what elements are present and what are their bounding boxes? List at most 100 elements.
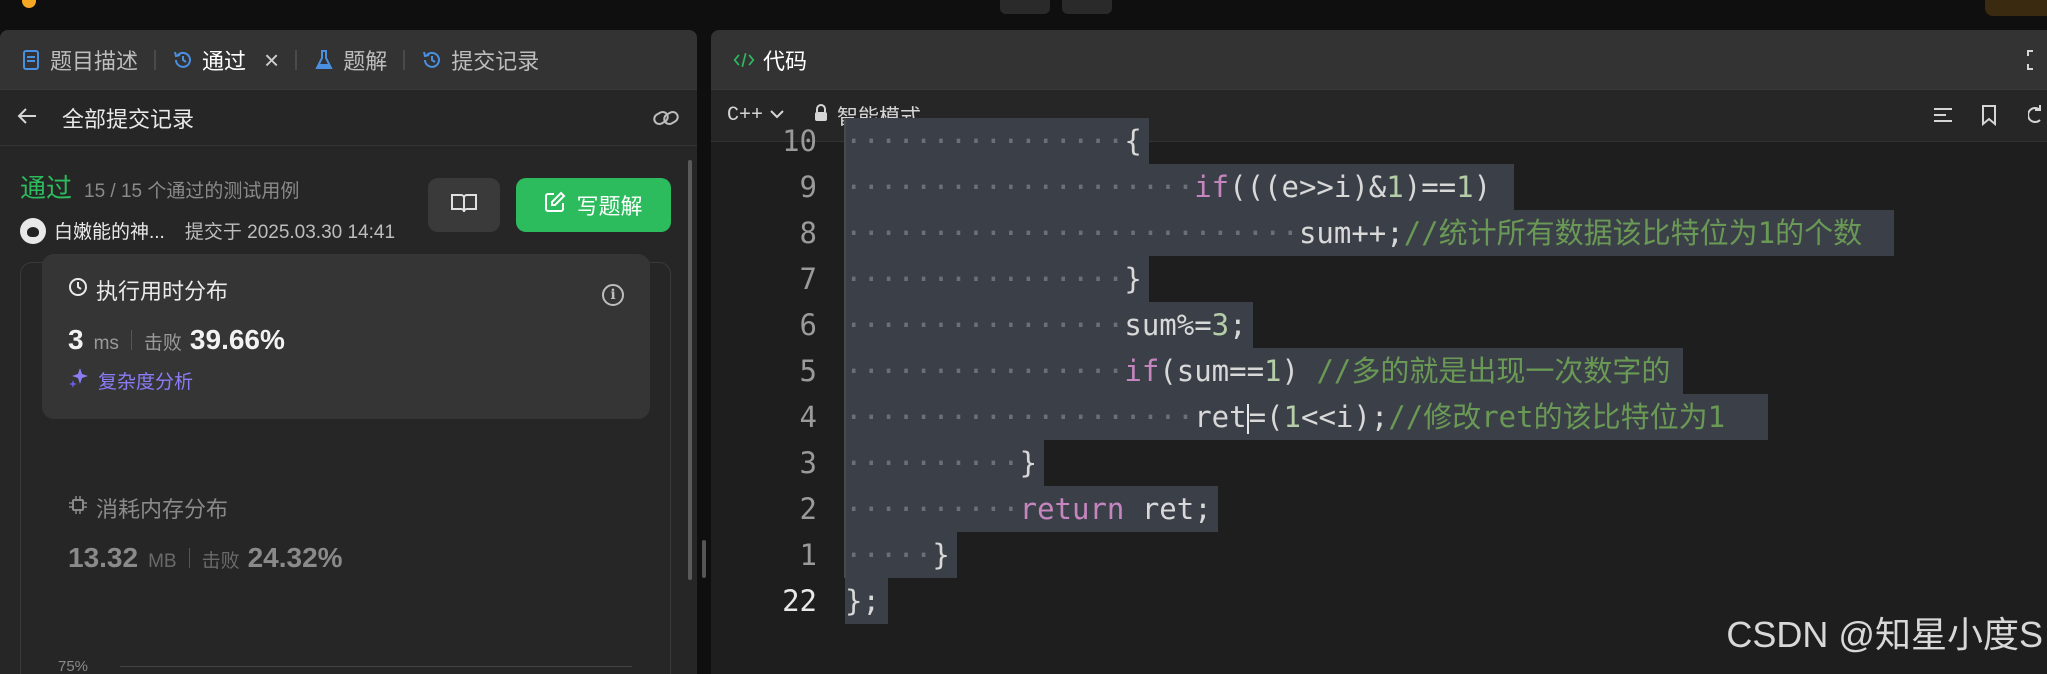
code-line[interactable]: 10 ················{ xyxy=(711,118,2047,164)
code-token: { xyxy=(1124,124,1142,158)
history-icon xyxy=(172,49,194,71)
line-number: 1 xyxy=(799,538,817,572)
submission-header: 全部提交记录 xyxy=(0,90,697,146)
code-token: } xyxy=(1124,262,1142,296)
code-text: }; xyxy=(845,578,880,624)
code-editor[interactable]: 10 ················{9 ····················… xyxy=(711,118,2047,674)
indent-whitespace: ················ xyxy=(845,308,1125,342)
notes-button[interactable] xyxy=(428,178,500,232)
tab-code-label: 代码 xyxy=(763,48,808,74)
tab-submissions[interactable]: 提交记录 xyxy=(417,30,543,90)
code-line[interactable]: 5 ················if(sum==1) //多的就是出现一次数字… xyxy=(711,348,2047,394)
code-token: 1 xyxy=(1264,354,1282,388)
code-token: ; xyxy=(1229,308,1247,342)
code-line[interactable]: 4 ····················ret=(1<<i);//修改ret的… xyxy=(711,394,2047,440)
indent-whitespace: ·········· xyxy=(845,446,1020,480)
code-token: return xyxy=(1019,492,1125,526)
status-badge: 通过 xyxy=(20,173,73,203)
memory-section[interactable]: 消耗内存分布 13.32 MB 击败 24.32% xyxy=(68,492,648,574)
code-token: }; xyxy=(845,584,880,618)
flask-icon xyxy=(313,49,335,71)
code-tab-bar: 代码 xyxy=(711,30,2047,90)
code-token: )== xyxy=(1403,170,1457,204)
scrollbar[interactable] xyxy=(688,160,692,580)
expand-icon[interactable] xyxy=(2025,48,2047,72)
back-arrow-icon[interactable] xyxy=(16,102,46,133)
metric-divider xyxy=(188,548,190,568)
code-token: ret xyxy=(1194,400,1247,434)
complexity-label: 复杂度分析 xyxy=(98,371,194,393)
code-token: } xyxy=(932,538,950,572)
indent-whitespace: ·········· xyxy=(845,492,1020,526)
code-line[interactable]: 9 ····················if(((e>>i)&1)==1) xyxy=(711,164,2047,210)
code-line[interactable]: 3 ··········} xyxy=(711,440,2047,486)
link-icon[interactable] xyxy=(651,103,681,133)
memory-percent: 24.32% xyxy=(247,542,343,573)
tab-solutions[interactable]: 题解 xyxy=(309,30,391,90)
line-number: 5 xyxy=(799,354,817,388)
line-number: 4 xyxy=(799,400,817,434)
code-text: ··························sum++;//统计所有数据… xyxy=(845,210,1880,256)
tab-accepted[interactable]: 通过 × xyxy=(168,30,283,90)
tab-description[interactable]: 题目描述 xyxy=(16,30,142,90)
upgrade-pill[interactable] xyxy=(1985,0,2047,16)
indent-whitespace: ················ xyxy=(845,124,1125,158)
tab-solutions-label: 题解 xyxy=(343,48,388,74)
runtime-percent: 39.66% xyxy=(189,324,285,355)
runtime-beat-label: 击败 xyxy=(143,333,182,354)
csdn-watermark: CSDN @知星小度S xyxy=(1726,614,2043,655)
code-line[interactable]: 1 ·····} xyxy=(711,532,2047,578)
code-token: (sum== xyxy=(1159,354,1265,388)
code-token: if xyxy=(1194,170,1230,204)
panel-resize-handle[interactable] xyxy=(702,540,706,578)
clock-icon xyxy=(68,277,88,303)
runtime-unit: ms xyxy=(93,333,119,354)
code-token: sum++; xyxy=(1298,216,1404,250)
toolbar-chip[interactable] xyxy=(1062,0,1112,14)
line-number: 9 xyxy=(799,170,817,204)
tab-accepted-label: 通过 xyxy=(202,48,247,74)
code-line[interactable]: 6 ················sum%=3; xyxy=(711,302,2047,348)
close-icon[interactable]: × xyxy=(264,47,279,73)
code-token: //统计所有数据该比特位为1的个数 xyxy=(1403,216,1880,250)
runtime-card[interactable]: 执行用时分布 i 3 ms 击败 39.66% 复杂度分析 xyxy=(42,254,650,419)
memory-beat-label: 击败 xyxy=(201,551,240,572)
book-icon xyxy=(450,192,478,219)
memory-value: 13.32 xyxy=(68,542,139,573)
code-line[interactable]: 8 ··························sum++;//统计所有数… xyxy=(711,210,2047,256)
write-solution-button[interactable]: 写题解 xyxy=(516,178,671,232)
code-token: ret; xyxy=(1124,492,1212,526)
runtime-title: 执行用时分布 xyxy=(96,279,229,304)
tab-code[interactable]: 代码 xyxy=(729,30,811,90)
indent-whitespace: ················ xyxy=(845,354,1125,388)
submitter-name[interactable]: 白嫩能的神... xyxy=(54,217,165,244)
avatar[interactable] xyxy=(20,217,46,244)
code-token: <<i); xyxy=(1300,400,1389,434)
tab-divider xyxy=(403,49,406,70)
memory-unit: MB xyxy=(148,551,177,572)
indent-whitespace: ·························· xyxy=(845,216,1299,250)
metric-divider xyxy=(130,330,132,350)
left-panel: 题目描述 通过 × 题解 提交记录 全部提交记录 通过 15 / 15 个通过的… xyxy=(0,30,697,674)
code-text: ················} xyxy=(845,256,1142,302)
code-token: sum%= xyxy=(1124,308,1212,342)
sparkle-icon xyxy=(68,366,90,394)
code-text: ················{ xyxy=(845,118,1142,164)
code-token: 3 xyxy=(1211,308,1230,342)
logo-icon xyxy=(22,0,36,8)
code-text: ····················if(((e>>i)&1)==1) xyxy=(845,164,1509,210)
complexity-analysis-link[interactable]: 复杂度分析 xyxy=(68,366,624,394)
code-line[interactable]: 2 ··········return ret; xyxy=(711,486,2047,532)
code-token: 1 xyxy=(1386,170,1404,204)
line-number: 2 xyxy=(799,492,817,526)
info-icon[interactable]: i xyxy=(602,284,624,306)
code-token: //修改ret的该比特位为1 xyxy=(1388,400,1743,434)
line-number: 7 xyxy=(799,262,817,296)
submission-status: 通过 15 / 15 个通过的测试用例 白嫩能的神... 提交于 2025.03… xyxy=(0,146,697,256)
code-line[interactable]: 7 ················} xyxy=(711,256,2047,302)
code-text: ··········} xyxy=(845,440,1037,486)
toolbar-chip[interactable] xyxy=(1000,0,1050,14)
all-submissions-title[interactable]: 全部提交记录 xyxy=(62,102,194,134)
edit-icon xyxy=(544,191,566,219)
indent-whitespace: ····· xyxy=(845,538,933,572)
